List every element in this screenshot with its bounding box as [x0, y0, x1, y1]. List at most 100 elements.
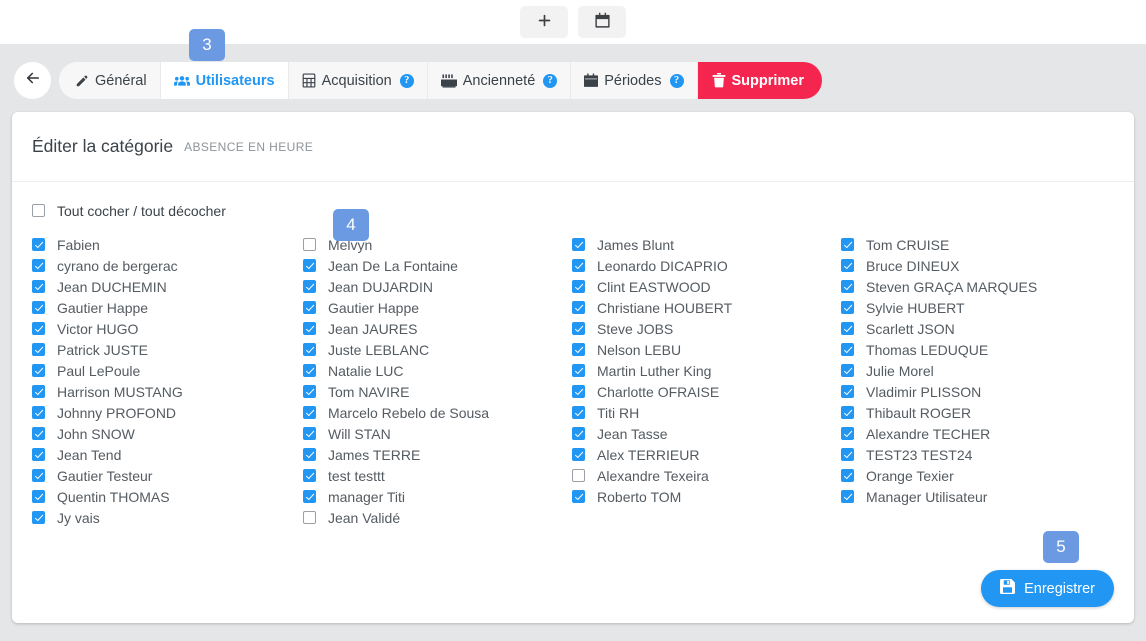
user-checkbox-row[interactable]: Steve JOBS [572, 318, 841, 339]
user-checkbox-row[interactable]: Paul LePoule [32, 360, 303, 381]
user-checkbox[interactable] [302, 427, 316, 440]
user-checkbox-row[interactable]: Orange Texier [841, 465, 1114, 486]
user-checkbox[interactable] [302, 343, 316, 356]
user-checkbox-row[interactable]: Jean JAURES [302, 318, 572, 339]
user-checkbox[interactable] [32, 469, 45, 482]
user-checkbox[interactable] [572, 280, 586, 293]
tab-periodes[interactable]: Périodes ? [571, 62, 698, 99]
tab-utilisateurs[interactable]: Utilisateurs [160, 62, 289, 99]
user-checkbox[interactable] [32, 280, 45, 293]
user-checkbox-row[interactable]: TEST23 TEST24 [841, 444, 1114, 465]
help-icon[interactable]: ? [543, 73, 558, 88]
user-checkbox-row[interactable]: Thomas LEDUQUE [841, 339, 1114, 360]
back-button[interactable] [14, 62, 51, 99]
user-checkbox-row[interactable]: cyrano de bergerac [32, 255, 303, 276]
delete-button[interactable]: Supprimer [697, 62, 823, 99]
user-checkbox[interactable] [572, 343, 586, 356]
user-checkbox[interactable] [572, 406, 586, 419]
user-checkbox-row[interactable]: Scarlett JSON [841, 318, 1114, 339]
user-checkbox[interactable] [841, 364, 855, 377]
user-checkbox-row[interactable]: manager Titi [302, 486, 572, 507]
user-checkbox-row[interactable]: Patrick JUSTE [32, 339, 303, 360]
user-checkbox-row[interactable]: James Blunt [572, 234, 841, 255]
user-checkbox[interactable] [302, 322, 316, 335]
user-checkbox[interactable] [841, 301, 855, 314]
user-checkbox[interactable] [841, 427, 855, 440]
user-checkbox-row[interactable]: Jean DUJARDIN [302, 276, 572, 297]
user-checkbox[interactable] [32, 385, 45, 398]
user-checkbox-row[interactable]: Vladimir PLISSON [841, 381, 1114, 402]
user-checkbox[interactable] [32, 364, 45, 377]
user-checkbox[interactable] [841, 406, 855, 419]
user-checkbox-row[interactable]: John SNOW [32, 423, 303, 444]
user-checkbox[interactable] [572, 364, 586, 377]
select-all-checkbox[interactable] [32, 204, 45, 217]
user-checkbox-row[interactable]: Alexandre Texeira [572, 465, 841, 486]
user-checkbox-row[interactable]: Will STAN [302, 423, 572, 444]
user-checkbox[interactable] [572, 427, 586, 440]
user-checkbox-row[interactable]: Roberto TOM [572, 486, 841, 507]
user-checkbox-row[interactable]: Jean Tend [32, 444, 303, 465]
help-icon[interactable]: ? [669, 73, 684, 88]
user-checkbox-row[interactable]: Gautier Happe [302, 297, 572, 318]
user-checkbox-row[interactable]: Steven GRAÇA MARQUES [841, 276, 1114, 297]
user-checkbox[interactable] [32, 406, 45, 419]
user-checkbox-row[interactable]: Alexandre TECHER [841, 423, 1114, 444]
user-checkbox[interactable] [302, 364, 316, 377]
user-checkbox[interactable] [572, 385, 586, 398]
user-checkbox-row[interactable]: Thibault ROGER [841, 402, 1114, 423]
tab-general[interactable]: Général [59, 62, 161, 99]
calendar-button[interactable] [578, 6, 626, 38]
user-checkbox[interactable] [302, 511, 316, 524]
user-checkbox-row[interactable]: Bruce DINEUX [841, 255, 1114, 276]
user-checkbox-row[interactable]: Jean Validé [302, 507, 572, 528]
add-button[interactable] [520, 6, 568, 38]
user-checkbox-row[interactable]: Melvyn [302, 234, 572, 255]
user-checkbox-row[interactable]: Alex TERRIEUR [572, 444, 841, 465]
user-checkbox[interactable] [841, 469, 855, 482]
user-checkbox[interactable] [841, 238, 855, 251]
user-checkbox-row[interactable]: Victor HUGO [32, 318, 303, 339]
user-checkbox-row[interactable]: Nelson LEBU [572, 339, 841, 360]
user-checkbox[interactable] [32, 238, 45, 251]
user-checkbox[interactable] [32, 259, 45, 272]
user-checkbox[interactable] [572, 259, 586, 272]
user-checkbox-row[interactable]: James TERRE [302, 444, 572, 465]
user-checkbox-row[interactable]: Manager Utilisateur [841, 486, 1114, 507]
user-checkbox[interactable] [302, 385, 316, 398]
user-checkbox-row[interactable]: Clint EASTWOOD [572, 276, 841, 297]
user-checkbox-row[interactable]: Tom CRUISE [841, 234, 1114, 255]
user-checkbox[interactable] [32, 427, 45, 440]
user-checkbox-row[interactable]: Titi RH [572, 402, 841, 423]
user-checkbox[interactable] [841, 280, 855, 293]
user-checkbox-row[interactable]: Leonardo DICAPRIO [572, 255, 841, 276]
help-icon[interactable]: ? [399, 73, 414, 88]
user-checkbox[interactable] [572, 322, 586, 335]
user-checkbox[interactable] [841, 322, 855, 335]
user-checkbox[interactable] [32, 490, 45, 503]
user-checkbox[interactable] [32, 301, 45, 314]
user-checkbox-row[interactable]: Tom NAVIRE [302, 381, 572, 402]
user-checkbox-row[interactable]: Charlotte OFRAISE [572, 381, 841, 402]
user-checkbox-row[interactable]: test testtt [302, 465, 572, 486]
user-checkbox-row[interactable]: Natalie LUC [302, 360, 572, 381]
user-checkbox-row[interactable]: Johnny PROFOND [32, 402, 303, 423]
user-checkbox[interactable] [302, 280, 316, 293]
user-checkbox[interactable] [302, 259, 316, 272]
user-checkbox[interactable] [32, 448, 45, 461]
user-checkbox-row[interactable]: Julie Morel [841, 360, 1114, 381]
user-checkbox[interactable] [32, 322, 45, 335]
user-checkbox-row[interactable]: Jean De La Fontaine [302, 255, 572, 276]
user-checkbox[interactable] [572, 301, 586, 314]
user-checkbox[interactable] [572, 238, 586, 251]
user-checkbox-row[interactable]: Jy vais [32, 507, 303, 528]
user-checkbox[interactable] [302, 301, 316, 314]
user-checkbox-row[interactable]: Gautier Happe [32, 297, 303, 318]
user-checkbox[interactable] [302, 469, 316, 482]
user-checkbox-row[interactable]: Juste LEBLANC [302, 339, 572, 360]
user-checkbox-row[interactable]: Quentin THOMAS [32, 486, 303, 507]
user-checkbox-row[interactable]: Gautier Testeur [32, 465, 303, 486]
user-checkbox[interactable] [841, 490, 855, 503]
user-checkbox-row[interactable]: Fabien [32, 234, 303, 255]
user-checkbox-row[interactable]: Christiane HOUBERT [572, 297, 841, 318]
